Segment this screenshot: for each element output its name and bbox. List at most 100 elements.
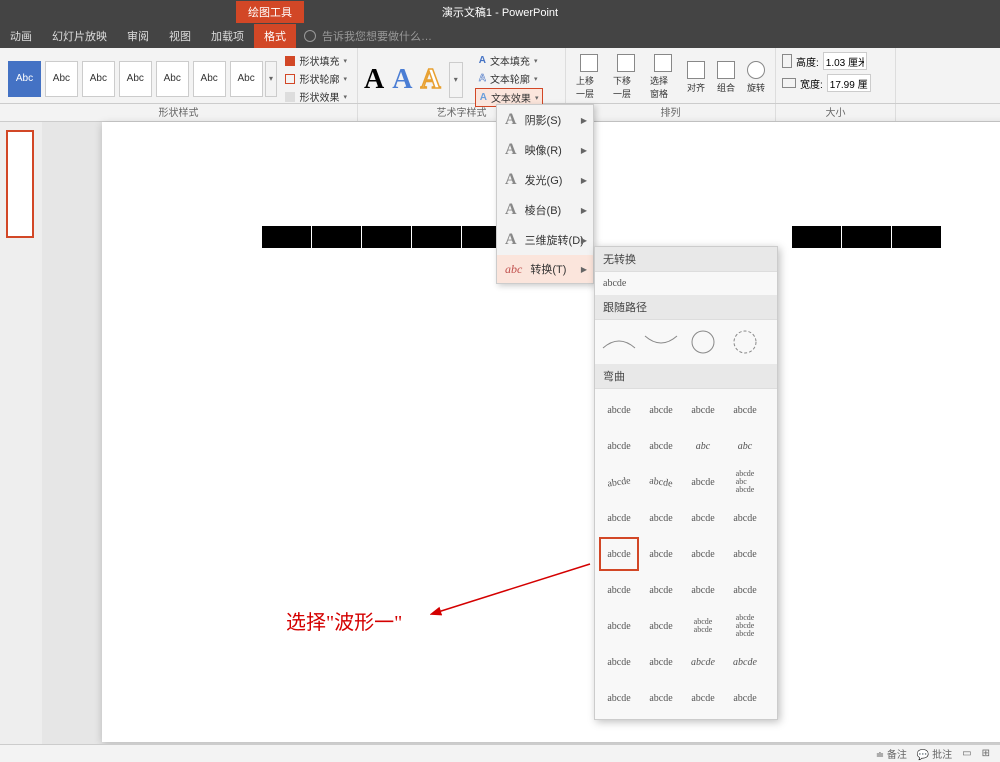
view-sorter-icon[interactable]: ⊞ <box>982 748 990 759</box>
shadow-icon: A <box>505 111 517 129</box>
warp-option[interactable]: abcde <box>641 393 681 427</box>
fx-bevel[interactable]: A棱台(B)▶ <box>497 195 593 225</box>
view-normal-icon[interactable]: ▭ <box>962 748 971 759</box>
transform-path-option[interactable] <box>599 324 639 360</box>
transform-path-header: 跟随路径 <box>595 295 777 320</box>
selection-pane-icon <box>654 54 672 72</box>
warp-option[interactable]: abc <box>683 429 723 463</box>
warp-option[interactable]: abcde <box>597 462 641 501</box>
warp-option[interactable]: abcde <box>599 645 639 679</box>
group-button[interactable]: 组合 <box>713 59 739 96</box>
warp-option[interactable]: abcde <box>725 681 765 715</box>
warp-option[interactable]: abcdeabcde <box>683 609 723 643</box>
tab-animation[interactable]: 动画 <box>0 24 42 48</box>
shape-style-preset[interactable]: Abc <box>8 61 41 97</box>
annotation-label: 选择"波形一" <box>286 606 402 635</box>
transform-none[interactable]: abcde <box>595 272 777 295</box>
shape-style-preset[interactable]: Abc <box>193 61 226 97</box>
tab-view[interactable]: 视图 <box>159 24 201 48</box>
wordart-preset-2[interactable]: A <box>392 64 412 96</box>
shape-style-preset[interactable]: Abc <box>82 61 115 97</box>
shape-style-preset[interactable]: Abc <box>119 61 152 97</box>
shape-style-preset[interactable]: Abc <box>230 61 263 97</box>
fx-3d-rotation[interactable]: A三维旋转(D)▶ <box>497 225 593 255</box>
slide-thumbnail-1[interactable] <box>6 130 34 238</box>
warp-option[interactable]: abcde <box>641 681 681 715</box>
warp-option[interactable]: abcde <box>641 645 681 679</box>
warp-option[interactable]: abcde <box>599 609 639 643</box>
height-input[interactable] <box>823 52 867 70</box>
fx-glow[interactable]: A发光(G)▶ <box>497 165 593 195</box>
wordart-preset-3[interactable]: A <box>420 64 440 96</box>
notes-button[interactable]: ≐ 备注 <box>876 746 907 761</box>
fx-reflection[interactable]: A映像(R)▶ <box>497 135 593 165</box>
fx-shadow[interactable]: A阴影(S)▶ <box>497 105 593 135</box>
spiral-path-icon <box>727 327 763 357</box>
tell-me-search[interactable]: 告诉我您想要做什么… <box>304 28 432 44</box>
warp-option[interactable]: abcde <box>599 429 639 463</box>
wordart-preset-1[interactable]: A <box>364 64 384 96</box>
shape-styles-more[interactable]: ▾ <box>265 61 278 97</box>
warp-option[interactable]: abcde <box>599 501 639 535</box>
warp-option[interactable]: abcde <box>683 537 723 571</box>
warp-option[interactable]: abcde <box>725 573 765 607</box>
send-backward-button[interactable]: 下移一层 <box>609 52 642 102</box>
tab-format[interactable]: 格式 <box>254 24 296 48</box>
tab-addins[interactable]: 加载项 <box>201 24 254 48</box>
selection-pane-button[interactable]: 选择窗格 <box>646 52 679 102</box>
chevron-right-icon: ▶ <box>581 176 587 185</box>
shape-style-preset[interactable]: Abc <box>45 61 78 97</box>
comments-button[interactable]: 💬 批注 <box>917 746 952 761</box>
chevron-right-icon: ▶ <box>581 146 587 155</box>
warp-option[interactable]: abcde <box>683 681 723 715</box>
warp-option[interactable]: abcde <box>725 645 765 679</box>
align-button[interactable]: 对齐 <box>683 59 709 96</box>
tab-review[interactable]: 审阅 <box>117 24 159 48</box>
warp-option[interactable]: abcde <box>725 501 765 535</box>
bring-forward-button[interactable]: 上移一层 <box>572 52 605 102</box>
chevron-right-icon: ▶ <box>581 265 587 274</box>
width-input[interactable] <box>827 74 871 92</box>
warp-option[interactable]: abcde <box>639 462 683 501</box>
warp-option[interactable]: abcde <box>641 573 681 607</box>
rotation3d-icon: A <box>505 231 517 249</box>
transform-path-option[interactable] <box>641 324 681 360</box>
warp-option[interactable]: abcde <box>641 501 681 535</box>
transform-path-option[interactable] <box>683 324 723 360</box>
warp-option[interactable]: abcde <box>641 609 681 643</box>
warp-option[interactable]: abcde <box>725 393 765 427</box>
warp-option[interactable]: abcde <box>641 537 681 571</box>
warp-option[interactable]: abcde <box>641 429 681 463</box>
group-icon <box>717 61 735 79</box>
warp-option[interactable]: abcde <box>683 501 723 535</box>
warp-option[interactable]: abcde <box>683 645 723 679</box>
text-fill-button[interactable]: A文本填充▾ <box>475 52 544 69</box>
arc-path-icon <box>643 332 679 352</box>
warp-option[interactable]: abcde <box>599 393 639 427</box>
glow-icon: A <box>505 171 517 189</box>
warp-option[interactable]: abcdeabcdeabcde <box>725 609 765 643</box>
warp-option[interactable]: abc <box>725 429 765 463</box>
warp-option[interactable]: abcde <box>725 537 765 571</box>
outline-swatch-icon <box>285 74 295 84</box>
shape-outline-button[interactable]: 形状轮廓▾ <box>281 70 351 87</box>
warp-option[interactable]: abcde <box>599 681 639 715</box>
shape-effects-button[interactable]: 形状效果▾ <box>281 88 351 105</box>
warp-option[interactable]: abcde <box>683 465 723 499</box>
wordart-more[interactable]: ▾ <box>449 62 463 98</box>
warp-option[interactable]: abcdeabcabcde <box>725 465 765 499</box>
fill-swatch-icon <box>285 56 295 66</box>
transform-path-option[interactable] <box>725 324 765 360</box>
text-outline-button[interactable]: A文本轮廓▾ <box>475 70 544 87</box>
arc-path-icon <box>601 332 637 352</box>
warp-option[interactable]: abcde <box>599 573 639 607</box>
warp-wave-1[interactable]: abcde <box>599 537 639 571</box>
warp-option[interactable]: abcde <box>683 393 723 427</box>
fx-transform[interactable]: abc转换(T)▶ <box>497 255 593 283</box>
warp-option[interactable]: abcde <box>683 573 723 607</box>
tab-slideshow[interactable]: 幻灯片放映 <box>42 24 117 48</box>
shape-fill-button[interactable]: 形状填充▾ <box>281 52 351 69</box>
rotate-button[interactable]: 旋转 <box>743 59 769 96</box>
shape-style-preset[interactable]: Abc <box>156 61 189 97</box>
text-effects-icon: A <box>480 92 487 103</box>
